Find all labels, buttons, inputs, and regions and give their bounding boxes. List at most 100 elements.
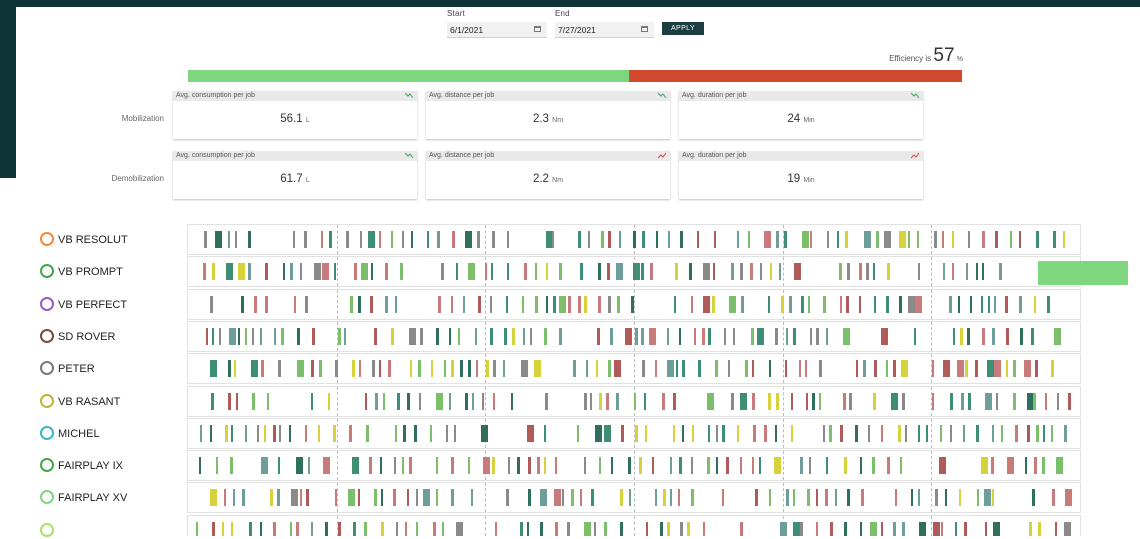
timeline-event[interactable] <box>866 263 870 281</box>
timeline-event[interactable] <box>957 295 960 313</box>
timeline-event[interactable] <box>884 231 892 248</box>
timeline-event[interactable] <box>310 392 313 410</box>
timeline-event[interactable] <box>237 263 245 281</box>
timeline-event[interactable] <box>774 424 777 442</box>
timeline-event[interactable] <box>379 360 382 378</box>
timeline-event[interactable] <box>325 521 329 536</box>
timeline-event[interactable] <box>737 424 740 442</box>
timeline-event[interactable] <box>799 521 803 536</box>
timeline-event[interactable] <box>300 263 303 281</box>
timeline-event[interactable] <box>241 489 245 507</box>
timeline-event[interactable] <box>801 231 809 248</box>
timeline-event[interactable] <box>534 360 542 378</box>
timeline-event[interactable] <box>1030 327 1034 345</box>
timeline-event[interactable] <box>792 521 800 536</box>
timeline-event[interactable] <box>991 327 995 345</box>
timeline-event[interactable] <box>465 231 473 248</box>
timeline-event[interactable] <box>905 424 908 442</box>
timeline-event[interactable] <box>230 424 233 442</box>
timeline-event[interactable] <box>669 489 672 507</box>
timeline-event[interactable] <box>708 327 712 345</box>
timeline-event[interactable] <box>264 295 268 313</box>
timeline-event[interactable] <box>815 489 818 507</box>
timeline-event[interactable] <box>899 457 902 475</box>
timeline-event[interactable] <box>363 521 367 536</box>
timeline-event[interactable] <box>621 424 625 442</box>
timeline-event[interactable] <box>1035 424 1039 442</box>
timeline-event[interactable] <box>233 360 236 378</box>
timeline-event[interactable] <box>245 327 248 345</box>
timeline-event[interactable] <box>925 424 928 442</box>
timeline-event[interactable] <box>678 489 681 507</box>
timeline-event[interactable] <box>860 489 864 507</box>
timeline-event[interactable] <box>216 457 219 475</box>
vessel-item[interactable]: FAIRPLAY IX <box>40 458 123 474</box>
timeline-event[interactable] <box>667 360 675 378</box>
timeline-event[interactable] <box>380 521 384 536</box>
timeline-event[interactable] <box>835 489 838 507</box>
timeline-event[interactable] <box>808 457 811 475</box>
timeline-event[interactable] <box>273 521 277 536</box>
timeline-event[interactable] <box>265 263 269 281</box>
timeline-event[interactable] <box>1019 295 1023 313</box>
timeline-event[interactable] <box>524 263 528 281</box>
timeline-event[interactable] <box>1027 424 1031 442</box>
timeline-event[interactable] <box>981 295 984 313</box>
timeline-event[interactable] <box>352 360 356 378</box>
timeline-event[interactable] <box>752 424 756 442</box>
vessel-item[interactable]: VB RESOLUT <box>40 232 128 248</box>
timeline-event[interactable] <box>1006 360 1009 378</box>
timeline-event[interactable] <box>804 360 807 378</box>
timeline-event[interactable] <box>964 360 968 378</box>
vessel-item[interactable]: FAIRPLAY XV <box>40 490 127 506</box>
timeline-event[interactable] <box>393 489 397 507</box>
timeline-event[interactable] <box>662 489 666 507</box>
timeline-event[interactable] <box>554 457 557 475</box>
timeline-event[interactable] <box>1055 457 1063 475</box>
timeline-event[interactable] <box>241 295 245 313</box>
timeline-event[interactable] <box>1024 457 1027 475</box>
timeline-event[interactable] <box>1064 424 1068 442</box>
timeline-event[interactable] <box>816 327 820 345</box>
timeline-event[interactable] <box>646 521 649 536</box>
timeline-event[interactable] <box>1006 457 1014 475</box>
timeline-event[interactable] <box>203 231 207 248</box>
calendar-icon[interactable] <box>641 26 648 32</box>
timeline-event[interactable] <box>715 360 719 378</box>
timeline-event[interactable] <box>580 263 583 281</box>
timeline-event[interactable] <box>847 263 851 281</box>
timeline-event[interactable] <box>806 392 809 410</box>
timeline-event[interactable] <box>798 360 801 378</box>
timeline-event[interactable] <box>839 263 843 281</box>
timeline-event[interactable] <box>346 231 350 248</box>
timeline-event[interactable] <box>949 424 952 442</box>
timeline-event[interactable] <box>608 360 612 378</box>
timeline-event[interactable] <box>235 392 238 410</box>
timeline-event[interactable] <box>1051 424 1054 442</box>
timeline-event[interactable] <box>519 521 523 536</box>
timeline-event[interactable] <box>859 457 862 475</box>
timeline-event[interactable] <box>968 392 972 410</box>
timeline-event[interactable] <box>463 295 466 313</box>
timeline-event[interactable] <box>608 231 612 248</box>
timeline-event[interactable] <box>1012 360 1016 378</box>
timeline-event[interactable] <box>662 392 666 410</box>
timeline-event[interactable] <box>701 327 705 345</box>
timeline-event[interactable] <box>690 457 693 475</box>
timeline-event[interactable] <box>691 489 695 507</box>
timeline-event[interactable] <box>554 489 562 507</box>
timeline-event[interactable] <box>823 295 827 313</box>
timeline-event[interactable] <box>1004 295 1008 313</box>
timeline-event[interactable] <box>993 360 1001 378</box>
vessel-item[interactable]: VB PROMPT <box>40 264 123 280</box>
timeline-event[interactable] <box>451 360 455 378</box>
timeline-event[interactable] <box>250 360 258 378</box>
timeline-event[interactable] <box>722 424 726 442</box>
timeline-event[interactable] <box>697 360 701 378</box>
timeline-event[interactable] <box>976 263 979 281</box>
vessel-item[interactable] <box>40 522 58 539</box>
timeline-event[interactable] <box>370 295 374 313</box>
timeline-event[interactable] <box>379 457 382 475</box>
timeline-event[interactable] <box>707 392 715 410</box>
timeline-event[interactable] <box>523 327 526 345</box>
